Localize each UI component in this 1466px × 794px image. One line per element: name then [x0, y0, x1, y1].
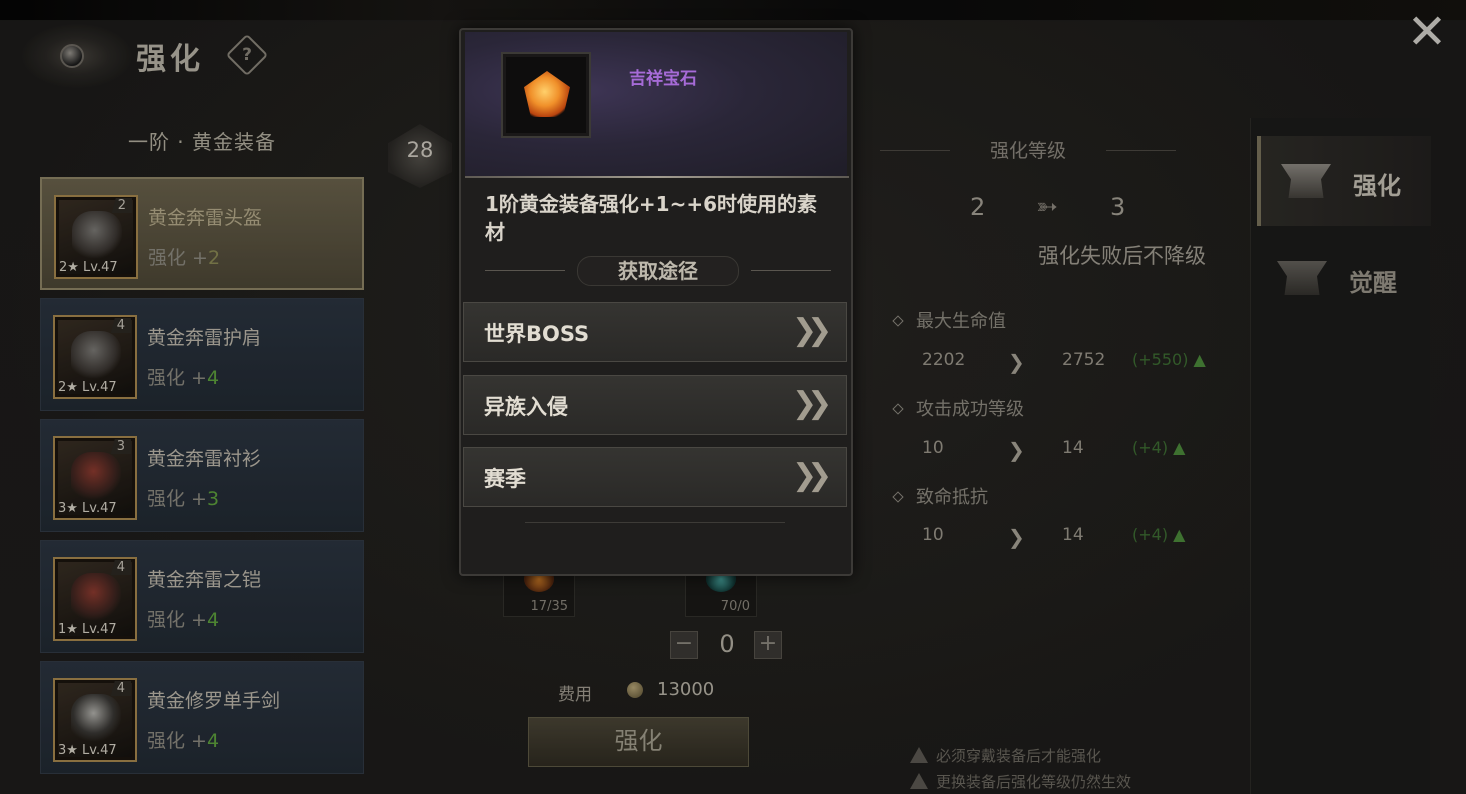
source-label: 异族入侵: [484, 395, 568, 419]
source-title-bar: 获取途径: [485, 256, 831, 286]
source-label: 赛季: [484, 467, 526, 491]
source-item-season[interactable]: 赛季 ❯❯: [463, 447, 847, 507]
item-icon-frame: [501, 52, 591, 138]
popup-header: 吉祥宝石: [465, 32, 847, 178]
gem-icon: [524, 71, 570, 117]
divider: [465, 176, 849, 178]
double-chevron-right-icon: ❯❯: [792, 386, 832, 421]
double-chevron-right-icon: ❯❯: [792, 313, 832, 348]
item-description: 1阶黄金装备强化+1~+6时使用的素材: [485, 192, 818, 244]
source-title: 获取途径: [577, 256, 739, 286]
source-item-world-boss[interactable]: 世界BOSS ❯❯: [463, 302, 847, 362]
source-label: 世界BOSS: [484, 322, 590, 346]
source-item-invasion[interactable]: 异族入侵 ❯❯: [463, 375, 847, 435]
item-title: 吉祥宝石: [629, 69, 697, 89]
item-source-popup: 吉祥宝石 1阶黄金装备强化+1~+6时使用的素材 获取途径 世界BOSS ❯❯ …: [459, 28, 853, 576]
double-chevron-right-icon: ❯❯: [792, 458, 832, 493]
divider: [525, 522, 785, 523]
